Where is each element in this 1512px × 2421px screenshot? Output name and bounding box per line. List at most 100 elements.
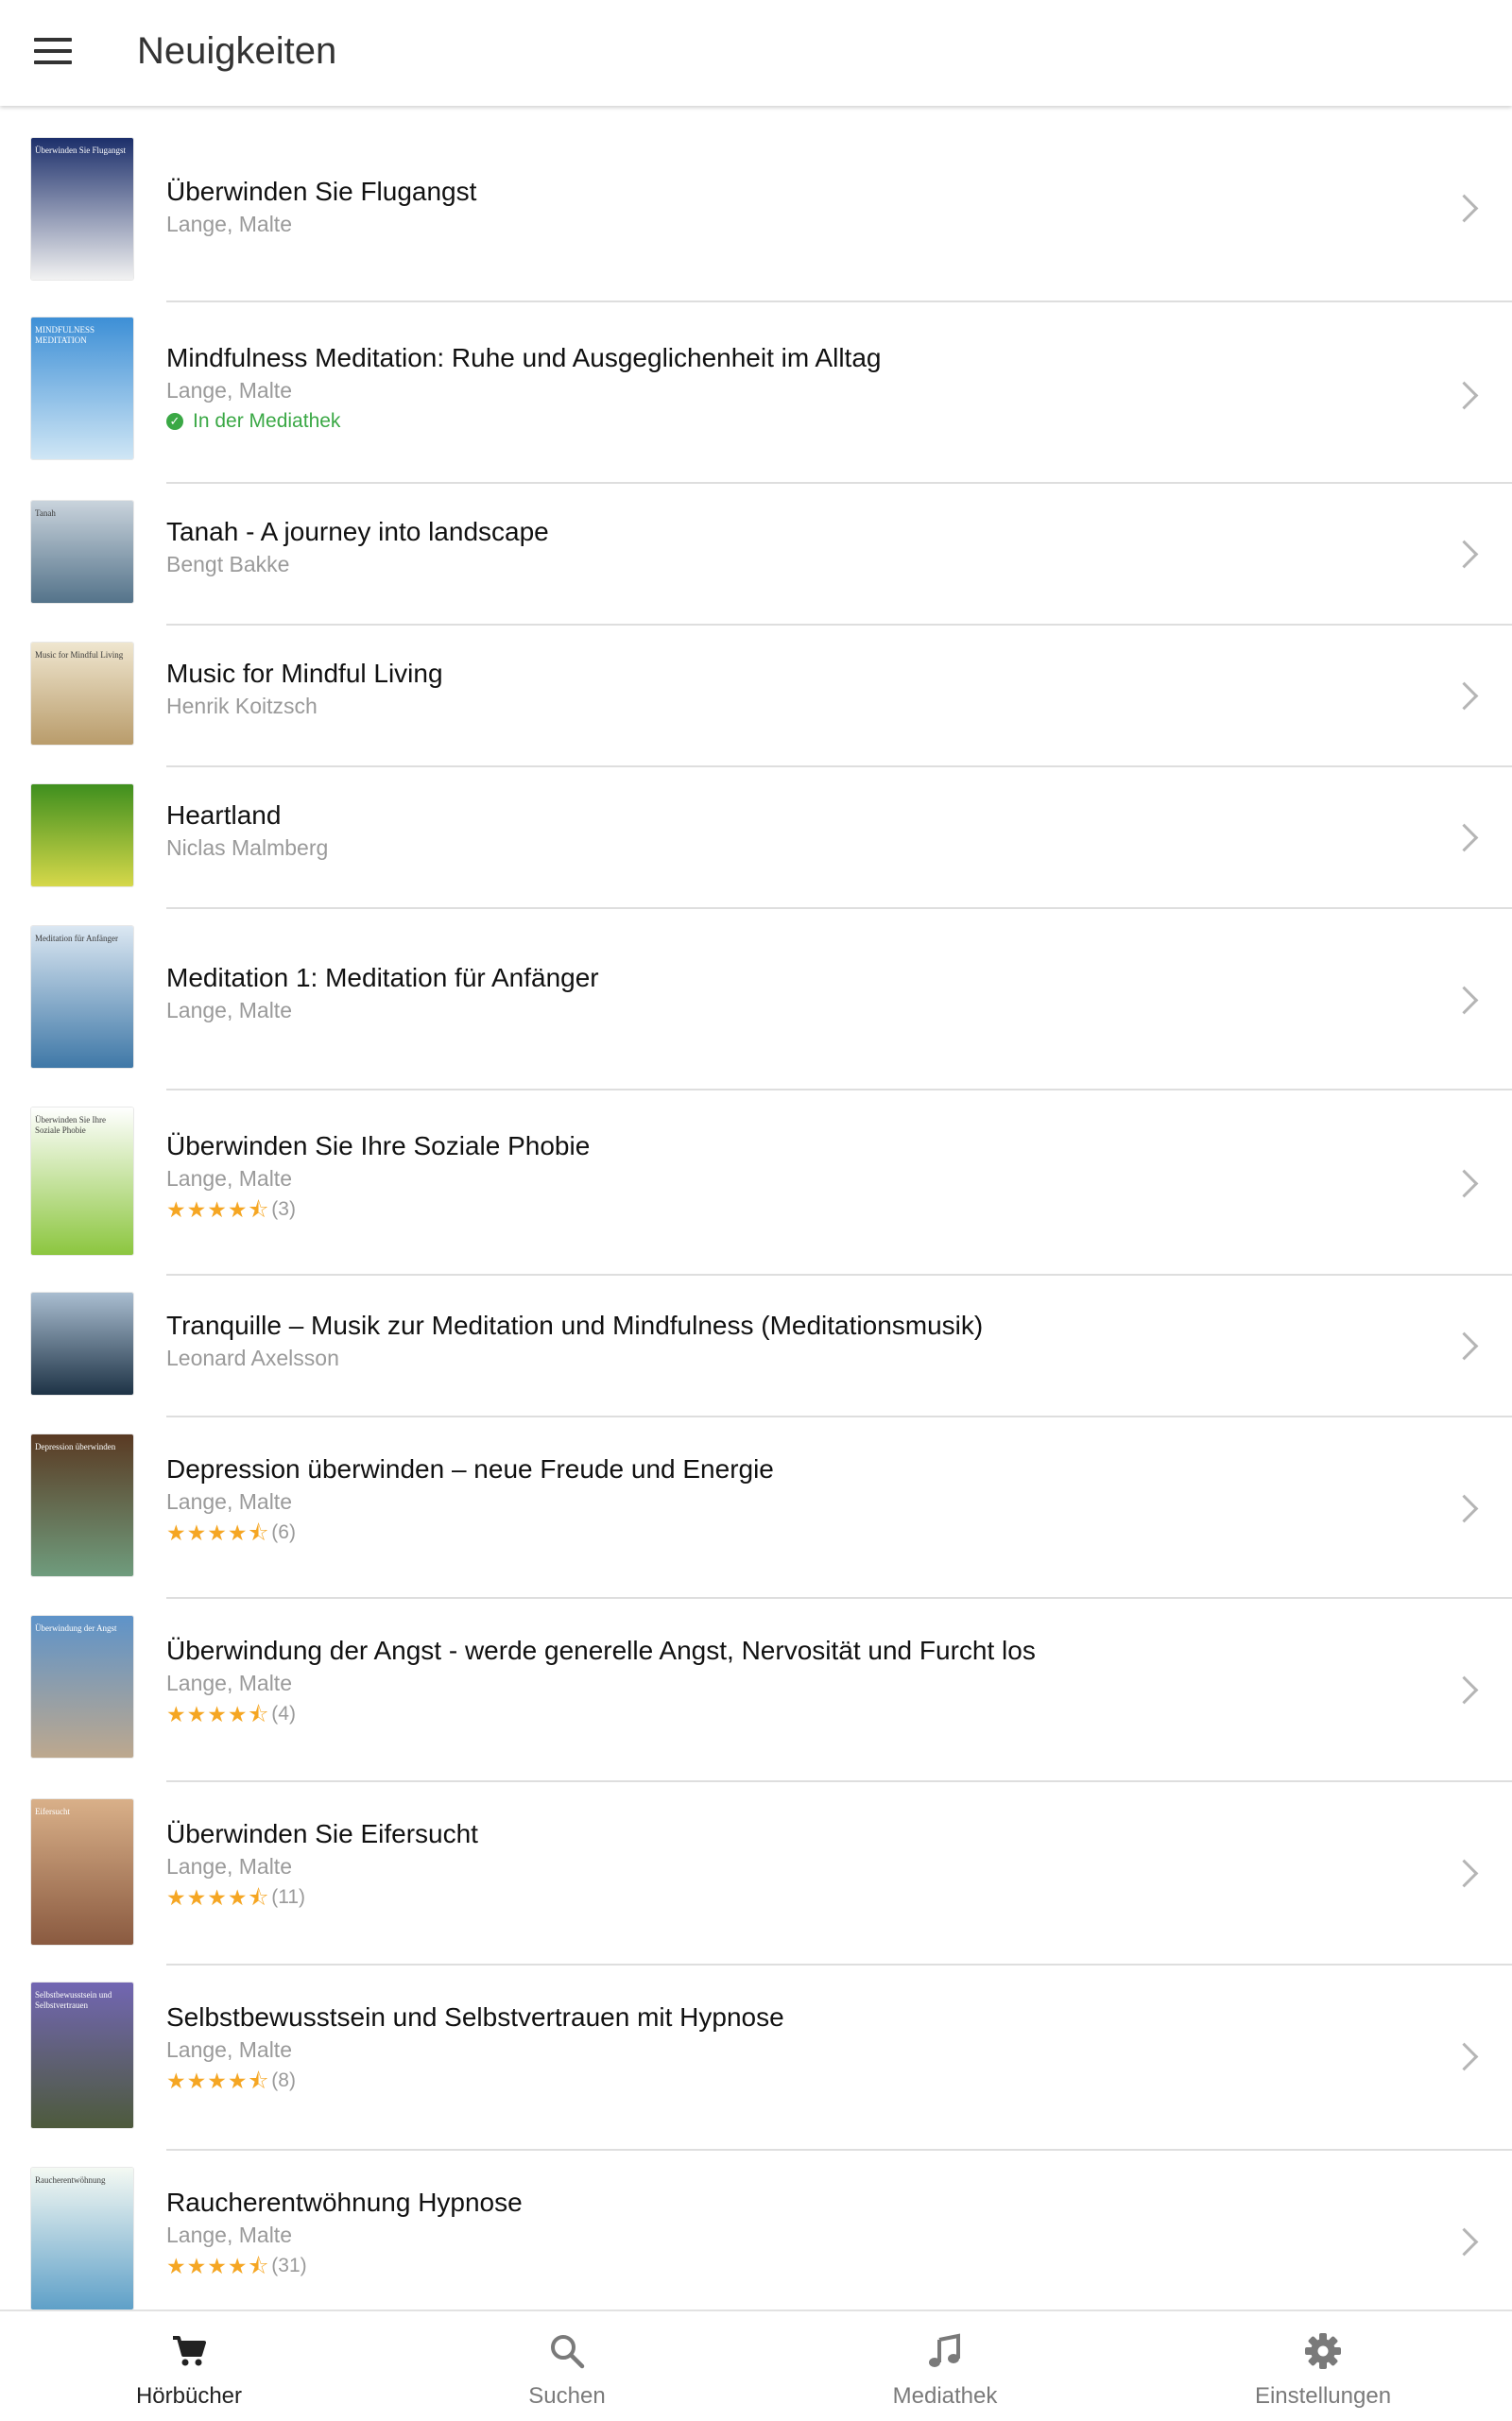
rating-count: (11): [271, 1886, 306, 1908]
item-title: Selbstbewusstsein und Selbstvertrauen mi…: [166, 2002, 784, 2032]
item-author: Lange, Malte: [166, 1671, 292, 1695]
tab-label: Mediathek: [892, 2383, 998, 2409]
hamburger-menu-icon[interactable]: [34, 38, 72, 68]
list-item[interactable]: Depression überwinden Depression überwin…: [0, 1417, 1512, 1599]
item-author: Lange, Malte: [166, 212, 292, 236]
rating: ★★★★⯪ (3): [166, 1197, 1399, 1222]
tab-label: Hörbücher: [135, 2383, 243, 2409]
book-cover: Depression überwinden: [31, 1434, 133, 1576]
list-item[interactable]: Eifersucht Überwinden Sie Eifersucht Lan…: [0, 1782, 1512, 1966]
list-item[interactable]: Selbstbewusstsein und Selbstvertrauen Se…: [0, 1966, 1512, 2151]
item-author: Lange, Malte: [166, 1854, 292, 1879]
item-title: Mindfulness Meditation: Ruhe und Ausgegl…: [166, 343, 882, 372]
check-circle-icon: ✓: [166, 413, 183, 430]
item-author: Leonard Axelsson: [166, 1346, 339, 1370]
item-title: Tranquille – Musik zur Meditation und Mi…: [166, 1311, 984, 1340]
cover-text: Raucherentwöhnung: [35, 2175, 106, 2185]
item-author: Lange, Malte: [166, 2037, 292, 2062]
chevron-right-icon: [1450, 986, 1479, 1015]
chevron-right-icon: [1450, 540, 1479, 569]
gear-icon: [1305, 2333, 1341, 2369]
rating-count: (31): [271, 2255, 307, 2276]
book-cover: Überwinden Sie Flugangst: [31, 138, 133, 280]
audiobook-list: Überwinden Sie Flugangst Überwinden Sie …: [0, 108, 1512, 2309]
list-item[interactable]: Überwindung der Angst Überwindung der An…: [0, 1599, 1512, 1782]
chevron-right-icon: [1450, 681, 1479, 711]
rating-stars: ★★★★⯪: [166, 1702, 270, 1726]
search-icon: [551, 2335, 585, 2369]
rating: ★★★★⯪ (6): [166, 1520, 1399, 1545]
list-item[interactable]: Tanah Tanah - A journey into landscape B…: [0, 484, 1512, 626]
rating-count: (6): [271, 1521, 296, 1543]
rating: ★★★★⯪ (8): [166, 2069, 1399, 2093]
rating: ★★★★⯪ (4): [166, 1702, 1399, 1726]
book-cover: [31, 784, 133, 886]
book-cover: Raucherentwöhnung: [31, 2168, 133, 2309]
cover-text: Selbstbewusstsein und Selbstvertrauen: [35, 1990, 112, 2010]
chevron-right-icon: [1450, 1331, 1479, 1361]
item-author: Lange, Malte: [166, 1166, 292, 1191]
item-title: Überwinden Sie Flugangst: [166, 177, 477, 206]
item-title: Überwindung der Angst - werde generelle …: [166, 1636, 1036, 1665]
item-title: Raucherentwöhnung Hypnose: [166, 2188, 523, 2217]
rating-stars: ★★★★⯪: [166, 1520, 270, 1545]
tab-hoerbuecher[interactable]: Hörbücher: [0, 2311, 378, 2421]
chevron-right-icon: [1450, 194, 1479, 223]
book-cover: Überwinden Sie Ihre Soziale Phobie: [31, 1107, 133, 1255]
item-author: Bengt Bakke: [166, 552, 290, 576]
item-author: Lange, Malte: [166, 2223, 292, 2247]
library-status-badge: ✓ In der Mediathek: [166, 409, 1399, 434]
list-item[interactable]: Raucherentwöhnung Raucherentwöhnung Hypn…: [0, 2151, 1512, 2309]
item-title: Heartland: [166, 800, 282, 830]
rating-count: (8): [271, 2069, 296, 2091]
cover-text: Depression überwinden: [35, 1442, 116, 1451]
music-note-icon: [929, 2333, 960, 2367]
rating-stars: ★★★★⯪: [166, 2069, 270, 2093]
tab-mediathek[interactable]: Mediathek: [756, 2311, 1134, 2421]
cart-icon: [173, 2336, 206, 2366]
item-author: Lange, Malte: [166, 378, 292, 403]
chevron-right-icon: [1450, 2227, 1479, 2257]
book-cover: Selbstbewusstsein und Selbstvertrauen: [31, 1983, 133, 2128]
chevron-right-icon: [1450, 1494, 1479, 1523]
book-cover: MINDFULNESS MEDITATION: [31, 318, 133, 459]
chevron-right-icon: [1450, 381, 1479, 410]
rating: ★★★★⯪ (11): [166, 1885, 1399, 1910]
book-cover: Music for Mindful Living: [31, 643, 133, 745]
cover-text: Music for Mindful Living: [35, 650, 124, 660]
list-item[interactable]: Music for Mindful Living Music for Mindf…: [0, 626, 1512, 767]
rating-stars: ★★★★⯪: [166, 1885, 270, 1910]
cover-text: Tanah: [35, 508, 56, 518]
tab-label: Suchen: [528, 2383, 606, 2409]
item-title: Überwinden Sie Eifersucht: [166, 1819, 478, 1848]
book-cover: Meditation für Anfänger: [31, 926, 133, 1068]
list-item[interactable]: Überwinden Sie Flugangst Überwinden Sie …: [0, 108, 1512, 302]
item-author: Niclas Malmberg: [166, 835, 329, 860]
chevron-right-icon: [1450, 1169, 1479, 1198]
app-bar: Neuigkeiten: [0, 0, 1512, 106]
bottom-tab-bar: Hörbücher Suchen Mediathek Einstellungen: [0, 2309, 1512, 2421]
page-title: Neuigkeiten: [137, 30, 337, 72]
item-author: Henrik Koitzsch: [166, 694, 318, 718]
rating-stars: ★★★★⯪: [166, 1197, 270, 1222]
list-item[interactable]: Tranquille – Musik zur Meditation und Mi…: [0, 1276, 1512, 1417]
chevron-right-icon: [1450, 1859, 1479, 1888]
book-cover: Überwindung der Angst: [31, 1616, 133, 1758]
cover-text: Überwinden Sie Flugangst: [35, 146, 126, 155]
list-item[interactable]: Meditation für Anfänger Meditation 1: Me…: [0, 909, 1512, 1090]
cover-text: MINDFULNESS MEDITATION: [35, 325, 95, 345]
list-item[interactable]: MINDFULNESS MEDITATION Mindfulness Medit…: [0, 302, 1512, 484]
library-status-text: In der Mediathek: [193, 410, 341, 432]
list-item[interactable]: Heartland Niclas Malmberg: [0, 767, 1512, 909]
book-cover: Tanah: [31, 501, 133, 603]
book-cover: [31, 1293, 133, 1395]
book-cover: Eifersucht: [31, 1799, 133, 1945]
chevron-right-icon: [1450, 823, 1479, 852]
chevron-right-icon: [1450, 1675, 1479, 1705]
cover-text: Meditation für Anfänger: [35, 934, 118, 943]
tab-einstellungen[interactable]: Einstellungen: [1134, 2311, 1512, 2421]
tab-suchen[interactable]: Suchen: [378, 2311, 756, 2421]
list-item[interactable]: Überwinden Sie Ihre Soziale Phobie Überw…: [0, 1090, 1512, 1276]
rating-stars: ★★★★⯪: [166, 2254, 270, 2278]
cover-text: Überwindung der Angst: [35, 1623, 117, 1633]
